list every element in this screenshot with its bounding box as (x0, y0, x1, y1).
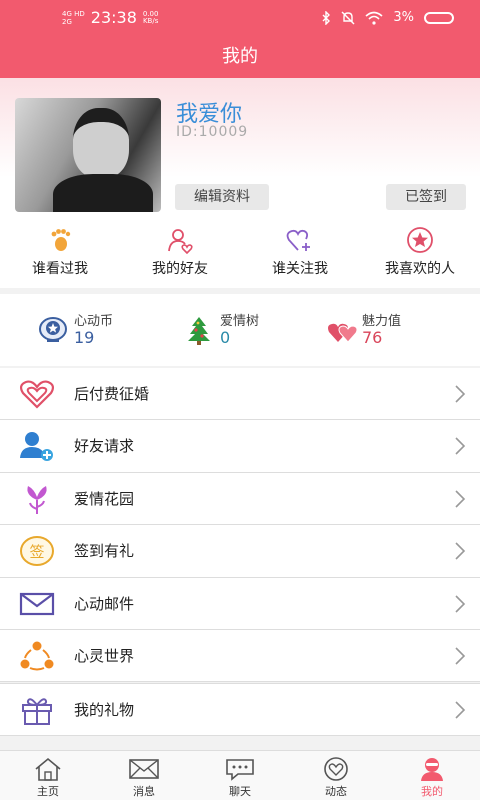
footprint-icon (51, 229, 71, 251)
profile-icon (421, 758, 443, 781)
menu-item-checkin-gift[interactable]: 签 签到有礼 (0, 525, 480, 578)
home-icon (35, 757, 61, 781)
profile-card: 我爱你 ID:10009 编辑资料 已签到 (0, 78, 480, 220)
stat-charm[interactable]: 魅力值 76 (326, 294, 446, 366)
signed-in-button[interactable]: 已签到 (386, 184, 466, 210)
tab-moments[interactable]: 动态 (288, 751, 384, 800)
gift-icon (22, 698, 52, 725)
chevron-right-icon (455, 437, 466, 455)
quick-link-followers[interactable]: 谁关注我 (240, 220, 360, 288)
tab-messages[interactable]: 消息 (96, 751, 192, 800)
menu-list: 后付费征婚 好友请求 爱情花园 签 签到有礼 心动邮件 心灵世界 (0, 368, 480, 683)
chevron-right-icon (455, 647, 466, 665)
moments-icon (324, 757, 348, 781)
tab-profile[interactable]: 我的 (384, 751, 480, 800)
wifi-icon (365, 11, 383, 25)
bottom-tab-bar: 主页 消息 聊天 动态 我的 (0, 750, 480, 800)
menu-item-love-mail[interactable]: 心动邮件 (0, 578, 480, 630)
chevron-right-icon (455, 594, 466, 613)
mute-bell-icon (341, 11, 355, 24)
mail-icon (19, 592, 55, 615)
stat-coins[interactable]: 心动币 19 (38, 294, 148, 366)
battery-percent: 3% (393, 10, 414, 25)
chevron-right-icon (455, 490, 466, 508)
edit-profile-button[interactable]: 编辑资料 (175, 184, 269, 210)
network-indicator: 4G HD 2G (62, 9, 85, 26)
chat-icon (226, 759, 254, 781)
heart-plus-icon (286, 229, 310, 251)
tab-home[interactable]: 主页 (0, 751, 96, 800)
star-badge-icon (407, 227, 433, 253)
tab-chat[interactable]: 聊天 (192, 751, 288, 800)
double-heart-icon (19, 380, 55, 409)
flower-icon (27, 485, 47, 514)
envelope-icon (129, 759, 159, 779)
menu-list-secondary: 我的礼物 (0, 683, 480, 737)
user-id: ID:10009 (176, 124, 249, 140)
stats-panel: 心动币 19 爱情树 0 魅力值 76 (0, 294, 480, 366)
menu-item-my-gifts[interactable]: 我的礼物 (0, 684, 480, 737)
menu-item-friend-requests[interactable]: 好友请求 (0, 420, 480, 473)
coin-star-icon (39, 317, 67, 342)
menu-item-love-garden[interactable]: 爱情花园 (0, 473, 480, 526)
battery-icon (424, 11, 454, 24)
page-title: 我的 (0, 38, 480, 78)
community-icon (20, 641, 54, 671)
quick-link-visitors[interactable]: 谁看过我 (0, 220, 120, 288)
hearts-icon (328, 323, 358, 343)
stat-love-tree[interactable]: 爱情树 0 (184, 294, 294, 366)
friend-heart-icon (168, 229, 193, 254)
menu-item-soul-world[interactable]: 心灵世界 (0, 630, 480, 683)
status-bar: 4G HD 2G 23:38 0.00 KB/s 3% (0, 0, 480, 38)
bluetooth-icon (322, 10, 331, 25)
quick-link-liked[interactable]: 我喜欢的人 (360, 220, 480, 288)
menu-item-paid-matchmaking[interactable]: 后付费征婚 (0, 368, 480, 421)
network-speed: 0.00 KB/s (142, 9, 159, 25)
quick-link-friends[interactable]: 我的好友 (120, 220, 240, 288)
avatar[interactable] (15, 98, 161, 212)
love-tree-icon (188, 317, 210, 345)
chevron-right-icon (455, 701, 466, 719)
chevron-right-icon (455, 385, 466, 403)
svg-text:签: 签 (29, 543, 44, 561)
chevron-right-icon (455, 542, 466, 560)
add-user-icon (20, 432, 53, 462)
quick-links: 谁看过我 我的好友 谁关注我 我喜欢的人 (0, 220, 480, 288)
checkin-badge-icon: 签 (20, 536, 54, 567)
status-time: 23:38 (90, 8, 137, 27)
